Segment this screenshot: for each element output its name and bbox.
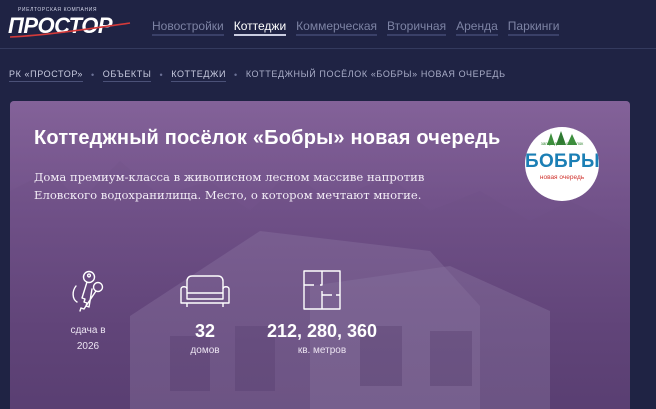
stat-houses-caption: домов	[190, 345, 220, 356]
main-nav: Новостройки Коттеджи Коммерческая Вторич…	[148, 0, 565, 49]
stat-houses-value: 32	[194, 321, 216, 341]
breadcrumb-link-cottages[interactable]: КОТТЕДЖИ	[171, 69, 227, 82]
badge-top-text: загородный посёлок	[540, 141, 584, 146]
hero-banner: Коттеджный посёлок «Бобры» новая очередь…	[10, 101, 630, 409]
nav-item-parking[interactable]: Паркинги	[504, 0, 564, 49]
stat-houses: 32 домов	[173, 269, 237, 356]
floorplan-icon	[303, 270, 341, 310]
breadcrumb-link-home[interactable]: РК «ПРОСТОР»	[9, 69, 84, 82]
breadcrumb-current: КОТТЕДЖНЫЙ ПОСЁЛОК «БОБРЫ» НОВАЯ ОЧЕРЕДЬ	[245, 69, 506, 79]
nav-item-rent[interactable]: Аренда	[452, 0, 502, 49]
breadcrumb-separator: •	[159, 70, 164, 80]
nav-item-novostroyki[interactable]: Новостройки	[148, 0, 228, 49]
page-title: Коттеджный посёлок «Бобры» новая очередь	[34, 127, 501, 149]
badge-subtitle: новая очередь	[539, 174, 585, 181]
top-bar: РИЕЛТОРСКАЯ КОМПАНИЯ ПРОСТОР Новостройки…	[0, 0, 656, 49]
stat-delivery-year: 2026	[76, 341, 100, 352]
stat-delivery-line1: сдача в	[70, 325, 106, 336]
breadcrumb-link-objects[interactable]: ОБЪЕКТЫ	[102, 69, 152, 82]
breadcrumb-separator: •	[91, 70, 95, 80]
sofa-icon	[180, 275, 230, 307]
bobry-project-logo: загородный посёлок БОБРЫ новая очередь	[525, 127, 599, 201]
keys-icon	[72, 270, 104, 312]
stat-delivery: сдача в 2026	[58, 269, 118, 355]
badge-name: БОБРЫ	[525, 151, 599, 172]
breadcrumb: РК «ПРОСТОР» • ОБЪЕКТЫ • КОТТЕДЖИ • КОТТ…	[9, 68, 506, 82]
nav-item-cottages[interactable]: Коттеджи	[230, 0, 290, 49]
nav-item-secondary[interactable]: Вторичная	[383, 0, 450, 49]
stat-area: 212, 280, 360 кв. метров	[260, 269, 384, 356]
stat-area-caption: кв. метров	[297, 345, 347, 356]
stat-area-value: 212, 280, 360	[266, 321, 378, 341]
nav-item-commercial[interactable]: Коммерческая	[292, 0, 381, 49]
breadcrumb-separator: •	[234, 70, 238, 80]
prostor-logo[interactable]: РИЕЛТОРСКАЯ КОМПАНИЯ ПРОСТОР	[8, 7, 132, 38]
logo-swoosh-icon	[9, 22, 131, 38]
hero-description: Дома премиум-класса в живописном лесном …	[34, 170, 425, 202]
